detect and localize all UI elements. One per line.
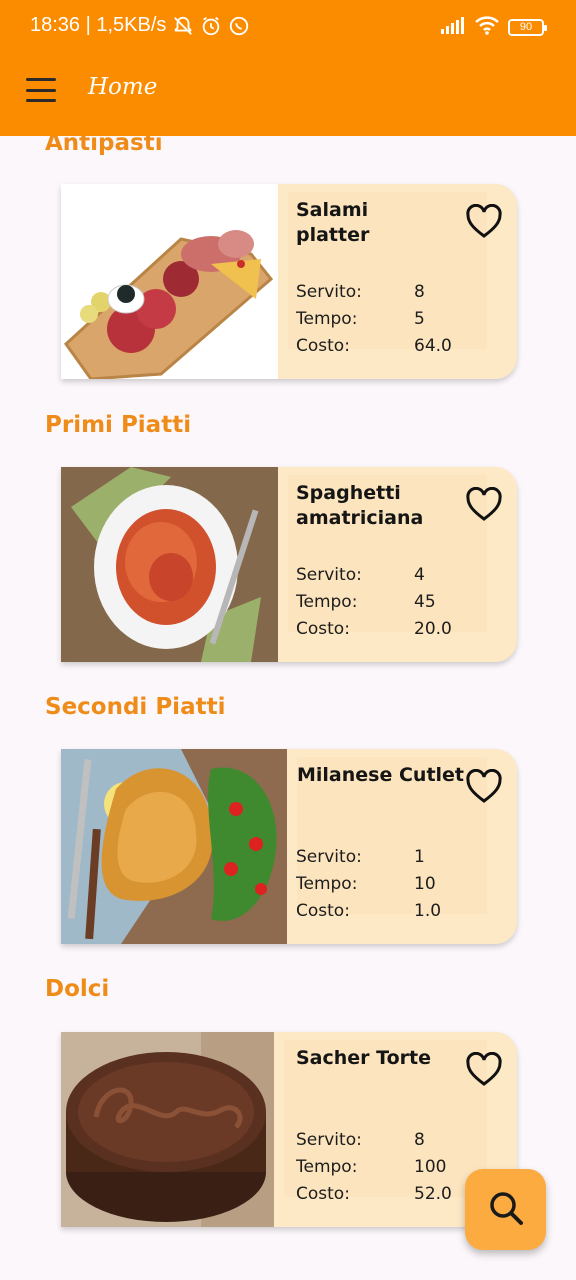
section-title-antipasti: Antipasti [45, 136, 163, 156]
dish-image-spaghetti [61, 467, 278, 662]
notifications-off-icon [172, 15, 194, 37]
costo-label: Costo: [296, 335, 350, 356]
heart-outline-icon[interactable] [465, 768, 503, 805]
status-left: 18:36 | 1,5KB/s [30, 14, 250, 37]
dish-info: Spaghetti amatriciana Servito: 4 Tempo: 45… [278, 467, 517, 662]
status-time: 18:36 | 1,5KB/s [30, 14, 167, 36]
servito-value: 1 [414, 846, 425, 867]
dish-info: Milanese Cutlet Servito: 1 Tempo: 10 Costo… [287, 749, 517, 944]
tempo-label: Tempo: [296, 308, 358, 329]
alarm-icon [200, 15, 222, 37]
section-title-dolci: Dolci [45, 976, 110, 1002]
dish-card-salami-platter[interactable]: Salami platter Servito: 8 Tempo: 5 Costo: 6… [61, 184, 517, 379]
dish-card-milanese-cutlet[interactable]: Milanese Cutlet Servito: 1 Tempo: 10 Costo… [61, 749, 517, 944]
status-bar: 18:36 | 1,5KB/s 90 [0, 0, 576, 54]
dish-name: Sacher Torte [296, 1047, 431, 1069]
dish-info: Salami platter Servito: 8 Tempo: 5 Costo: 6… [278, 184, 517, 379]
section-title-primi-piatti: Primi Piatti [45, 412, 192, 438]
servito-label: Servito: [296, 564, 362, 585]
dish-card-sacher-torte[interactable]: Sacher Torte Servito: 8 Tempo: 100 Costo: 5… [61, 1032, 517, 1227]
costo-value: 64.0 [414, 335, 452, 356]
servito-label: Servito: [296, 281, 362, 302]
costo-label: Costo: [296, 900, 350, 921]
section-title-secondi-piatti: Secondi Piatti [45, 694, 226, 720]
servito-value: 8 [414, 281, 425, 302]
costo-value: 1.0 [414, 900, 442, 921]
tempo-label: Tempo: [296, 873, 358, 894]
tempo-value: 10 [414, 873, 436, 894]
dish-card-spaghetti-amatriciana[interactable]: Spaghetti amatriciana Servito: 4 Tempo: 45… [61, 467, 517, 662]
tempo-value: 5 [414, 308, 425, 329]
search-icon [486, 1188, 526, 1232]
menu-list[interactable]: Antipasti Salami platter Servito: 8 Temp… [0, 136, 576, 1280]
servito-label: Servito: [296, 846, 362, 867]
tempo-value: 45 [414, 591, 436, 612]
dish-image-sacher [61, 1032, 274, 1227]
signal-icon [440, 15, 466, 39]
hamburger-menu-icon[interactable] [26, 76, 56, 104]
servito-value: 8 [414, 1129, 425, 1150]
battery-icon: 90 [508, 18, 547, 36]
costo-value: 20.0 [414, 618, 452, 639]
wifi-icon [474, 14, 500, 40]
heart-outline-icon[interactable] [465, 203, 503, 240]
tempo-label: Tempo: [296, 1156, 358, 1177]
heart-outline-icon[interactable] [465, 486, 503, 523]
dish-stats: Servito: 8 Tempo: 5 Costo: 64.0 [296, 278, 452, 359]
dish-stats: Servito: 8 Tempo: 100 Costo: 52.0 [296, 1126, 452, 1207]
servito-label: Servito: [296, 1129, 362, 1150]
app-bar: Home [0, 54, 576, 136]
dish-stats: Servito: 1 Tempo: 10 Costo: 1.0 [296, 843, 441, 924]
app-title: Home [88, 74, 158, 100]
costo-label: Costo: [296, 1183, 350, 1204]
dish-name: Salami platter [296, 199, 370, 246]
status-right: 90 [440, 14, 547, 40]
servito-value: 4 [414, 564, 425, 585]
dish-name: Milanese Cutlet [297, 764, 465, 786]
search-fab-button[interactable] [465, 1169, 546, 1250]
dish-image-cutlet [61, 749, 287, 944]
tempo-value: 100 [414, 1156, 447, 1177]
whatsapp-icon [228, 15, 250, 37]
tempo-label: Tempo: [296, 591, 358, 612]
costo-value: 52.0 [414, 1183, 452, 1204]
dish-name: Spaghetti amatriciana [296, 482, 424, 529]
heart-outline-icon[interactable] [465, 1051, 503, 1088]
top-bar: 18:36 | 1,5KB/s 90 Home [0, 0, 576, 136]
dish-stats: Servito: 4 Tempo: 45 Costo: 20.0 [296, 561, 452, 642]
dish-image-salami [61, 184, 278, 379]
costo-label: Costo: [296, 618, 350, 639]
